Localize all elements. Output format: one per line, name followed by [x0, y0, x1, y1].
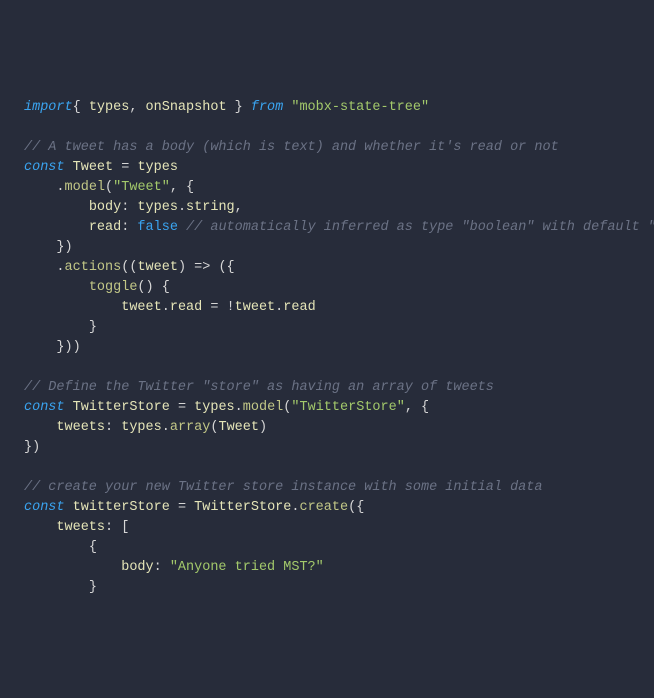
keyword-const: const [24, 160, 65, 175]
code-line: tweets: types.array(Tweet) [24, 420, 267, 435]
code-line: body: types.string, [24, 200, 243, 215]
code-line: } [24, 320, 97, 335]
code-line: }) [24, 440, 40, 455]
code-line: read: false // automatically inferred as… [24, 220, 654, 235]
code-line: toggle() { [24, 280, 170, 295]
comment: // create your new Twitter store instanc… [24, 480, 542, 495]
comment: // automatically inferred as type "boole… [186, 220, 654, 235]
code-block: import{ types, onSnapshot } from "mobx-s… [24, 98, 630, 598]
method-actions: actions [65, 260, 122, 275]
code-line: .model("Tweet", { [24, 180, 194, 195]
method-model: model [65, 180, 106, 195]
code-line: tweets: [ [24, 520, 129, 535]
code-line: import{ types, onSnapshot } from "mobx-s… [24, 100, 429, 115]
code-line: .actions((tweet) => ({ [24, 260, 235, 275]
comment: // Define the Twitter "store" as having … [24, 380, 494, 395]
method-toggle: toggle [89, 280, 138, 295]
keyword-from: from [243, 100, 292, 115]
code-line: body: "Anyone tried MST?" [24, 560, 324, 575]
code-line: })) [24, 340, 81, 355]
keyword-import: import [24, 100, 73, 115]
code-line: { [24, 540, 97, 555]
code-line: const twitterStore = TwitterStore.create… [24, 500, 364, 515]
code-line: const TwitterStore = types.model("Twitte… [24, 400, 429, 415]
code-line: tweet.read = !tweet.read [24, 300, 316, 315]
code-line: const Tweet = types [24, 160, 178, 175]
code-line: }) [24, 240, 73, 255]
code-line: } [24, 580, 97, 595]
string-literal: "mobx-state-tree" [291, 100, 429, 115]
boolean-false: false [137, 220, 178, 235]
comment: // A tweet has a body (which is text) an… [24, 140, 559, 155]
